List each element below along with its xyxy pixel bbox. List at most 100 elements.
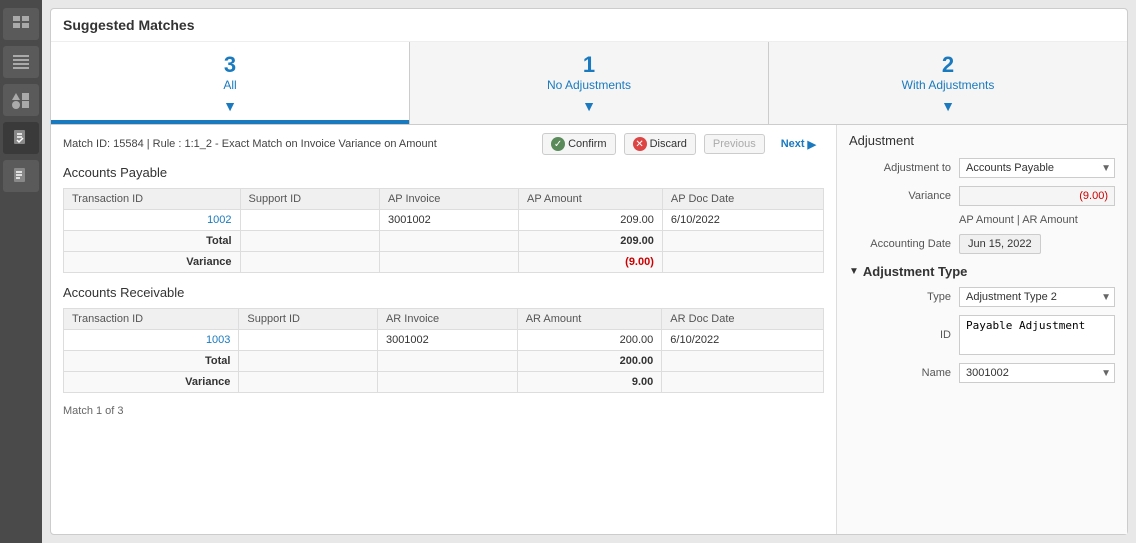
content-area: Suggested Matches 3 All ▼ 1 No Adjustmen… bbox=[42, 0, 1136, 543]
ar-total-empty-1 bbox=[239, 351, 378, 372]
ar-doc-date-1: 6/10/2022 bbox=[662, 330, 824, 351]
collapse-icon[interactable]: ▼ bbox=[849, 266, 859, 277]
ar-total-empty-2 bbox=[377, 351, 517, 372]
sidebar-icon-grid[interactable] bbox=[3, 8, 39, 40]
ap-col-invoice: AP Invoice bbox=[379, 189, 518, 210]
confirm-button[interactable]: ✓ Confirm bbox=[542, 133, 616, 155]
ar-col-doc-date: AR Doc Date bbox=[662, 309, 824, 330]
ar-total-row: Total 200.00 bbox=[64, 351, 824, 372]
ar-transaction-id-1[interactable]: 1003 bbox=[64, 330, 239, 351]
tabs-row: 3 All ▼ 1 No Adjustments ▼ 2 With Adjust… bbox=[51, 42, 1127, 125]
adj-date-label: Accounting Date bbox=[849, 238, 959, 250]
tab-no-adj[interactable]: 1 No Adjustments ▼ bbox=[410, 42, 769, 124]
previous-label: Previous bbox=[713, 138, 756, 150]
ar-amount-1: 200.00 bbox=[517, 330, 662, 351]
sidebar-icon-list[interactable] bbox=[3, 46, 39, 78]
adj-variance-input[interactable] bbox=[959, 186, 1115, 206]
ar-variance-row: Variance 9.00 bbox=[64, 372, 824, 393]
ar-variance-label: Variance bbox=[64, 372, 239, 393]
adj-date-value: Jun 15, 2022 bbox=[959, 234, 1115, 254]
tab-with-adj-arrow: ▼ bbox=[777, 98, 1119, 114]
adj-to-select[interactable]: Accounts Payable bbox=[959, 158, 1115, 178]
ap-variance-label: Variance bbox=[64, 252, 241, 273]
adj-name-value: 3001002 ▼ bbox=[959, 363, 1115, 383]
ap-table-header-row: Transaction ID Support ID AP Invoice AP … bbox=[64, 189, 824, 210]
suggested-matches-panel: Suggested Matches 3 All ▼ 1 No Adjustmen… bbox=[50, 8, 1128, 535]
ar-invoice-1: 3001002 bbox=[377, 330, 517, 351]
adj-id-row: ID Payable Adjustment bbox=[849, 315, 1115, 355]
ap-col-transaction-id: Transaction ID bbox=[64, 189, 241, 210]
tab-all-number: 3 bbox=[59, 52, 401, 78]
adj-type-row: Type Adjustment Type 2 ▼ bbox=[849, 287, 1115, 307]
left-panel: Match ID: 15584 | Rule : 1:1_2 - Exact M… bbox=[51, 125, 837, 534]
adj-id-textarea[interactable]: Payable Adjustment bbox=[959, 315, 1115, 355]
adj-name-select-wrapper: 3001002 ▼ bbox=[959, 363, 1115, 383]
ar-table-header-row: Transaction ID Support ID AR Invoice AR … bbox=[64, 309, 824, 330]
ap-variance-empty-3 bbox=[662, 252, 823, 273]
tab-no-adj-number: 1 bbox=[418, 52, 760, 78]
left-sidebar bbox=[0, 0, 42, 543]
ap-section-title: Accounts Payable bbox=[63, 165, 824, 180]
ar-col-support-id: Support ID bbox=[239, 309, 378, 330]
ap-total-empty-2 bbox=[379, 231, 518, 252]
ar-col-transaction-id: Transaction ID bbox=[64, 309, 239, 330]
adj-variance-value bbox=[959, 186, 1115, 206]
tab-with-adj-label: With Adjustments bbox=[777, 78, 1119, 92]
ar-col-amount: AR Amount bbox=[517, 309, 662, 330]
ap-total-amount: 209.00 bbox=[518, 231, 662, 252]
ap-transaction-id-1[interactable]: 1002 bbox=[64, 210, 241, 231]
ar-section-title: Accounts Receivable bbox=[63, 285, 824, 300]
adj-type-title: Adjustment Type bbox=[863, 264, 968, 279]
tab-with-adj[interactable]: 2 With Adjustments ▼ bbox=[769, 42, 1127, 124]
ap-col-doc-date: AP Doc Date bbox=[662, 189, 823, 210]
adj-to-value: Accounts Payable ▼ bbox=[959, 158, 1115, 178]
ap-invoice-1: 3001002 bbox=[379, 210, 518, 231]
ar-variance-empty-2 bbox=[377, 372, 517, 393]
ap-data-row-1: 1002 3001002 209.00 6/10/2022 bbox=[64, 210, 824, 231]
tab-with-adj-number: 2 bbox=[777, 52, 1119, 78]
adj-type-value: Adjustment Type 2 ▼ bbox=[959, 287, 1115, 307]
panel-header: Suggested Matches bbox=[51, 9, 1127, 42]
adj-section-title: Adjustment bbox=[849, 133, 1115, 148]
adj-name-select[interactable]: 3001002 bbox=[959, 363, 1115, 383]
adj-ap-ar-label: AP Amount | AR Amount bbox=[959, 214, 1078, 226]
adj-type-select[interactable]: Adjustment Type 2 bbox=[959, 287, 1115, 307]
match-info-bar: Match ID: 15584 | Rule : 1:1_2 - Exact M… bbox=[63, 133, 824, 155]
discard-icon: ✕ bbox=[633, 137, 647, 151]
ar-total-amount: 200.00 bbox=[517, 351, 662, 372]
discard-button[interactable]: ✕ Discard bbox=[624, 133, 696, 155]
next-label: Next bbox=[781, 138, 805, 150]
ap-col-support-id: Support ID bbox=[240, 189, 379, 210]
ap-total-empty-3 bbox=[662, 231, 823, 252]
adj-date-row: Accounting Date Jun 15, 2022 bbox=[849, 234, 1115, 254]
adj-name-row: Name 3001002 ▼ bbox=[849, 363, 1115, 383]
next-button[interactable]: Next ▶ bbox=[773, 135, 824, 154]
ap-variance-empty-2 bbox=[379, 252, 518, 273]
adj-name-label: Name bbox=[849, 367, 959, 379]
adj-id-value: Payable Adjustment bbox=[959, 315, 1115, 355]
ap-support-id-1 bbox=[240, 210, 379, 231]
adj-type-header: ▼ Adjustment Type bbox=[849, 264, 1115, 279]
ap-variance-empty-1 bbox=[240, 252, 379, 273]
match-footer: Match 1 of 3 bbox=[63, 405, 824, 417]
adj-to-label: Adjustment to bbox=[849, 162, 959, 174]
right-panel: Adjustment Adjustment to Accounts Payabl… bbox=[837, 125, 1127, 534]
tab-all-indicator bbox=[51, 120, 409, 124]
ap-doc-date-1: 6/10/2022 bbox=[662, 210, 823, 231]
ar-total-label: Total bbox=[64, 351, 239, 372]
adj-type-select-wrapper: Adjustment Type 2 ▼ bbox=[959, 287, 1115, 307]
ap-amount-1: 209.00 bbox=[518, 210, 662, 231]
confirm-label: Confirm bbox=[568, 138, 607, 150]
sidebar-icon-doc-check[interactable] bbox=[3, 122, 39, 154]
adj-ap-ar-row: AP Amount | AR Amount bbox=[849, 214, 1115, 226]
action-buttons: ✓ Confirm ✕ Discard Previous N bbox=[542, 133, 824, 155]
previous-button[interactable]: Previous bbox=[704, 134, 765, 154]
tab-all-arrow: ▼ bbox=[59, 98, 401, 114]
ar-col-invoice: AR Invoice bbox=[377, 309, 517, 330]
ap-total-row: Total 209.00 bbox=[64, 231, 824, 252]
ar-variance-empty-1 bbox=[239, 372, 378, 393]
ap-total-label: Total bbox=[64, 231, 241, 252]
sidebar-icon-doc-list[interactable] bbox=[3, 160, 39, 192]
sidebar-icon-shapes[interactable] bbox=[3, 84, 39, 116]
tab-all[interactable]: 3 All ▼ bbox=[51, 42, 410, 124]
